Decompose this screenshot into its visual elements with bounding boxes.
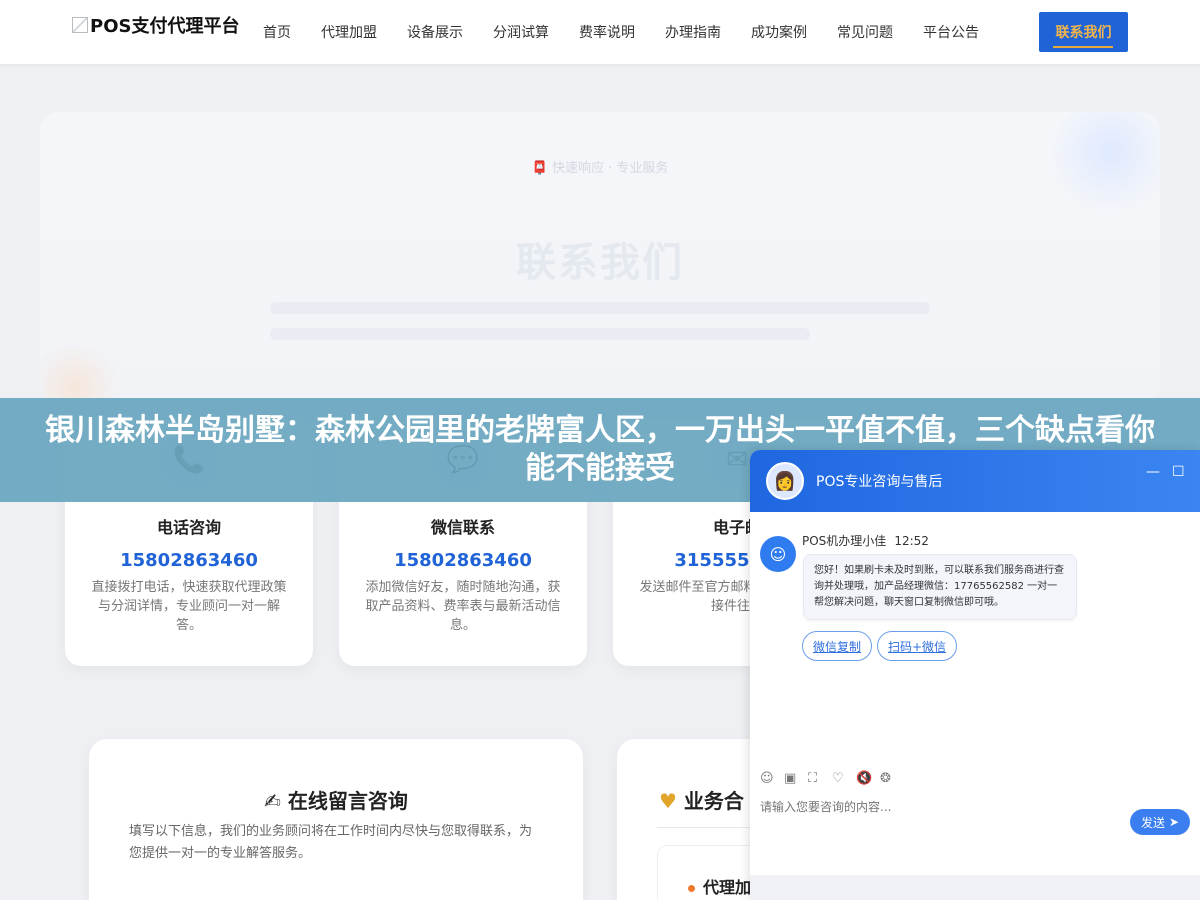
decor-glow xyxy=(40,342,120,402)
broken-image-icon xyxy=(72,17,88,33)
nav-item-profit[interactable]: 分润试算 xyxy=(478,22,564,42)
phone-number[interactable]: 15802863460 xyxy=(65,550,313,571)
top-header: POS支付代理平台 首页 代理加盟 设备展示 分润试算 费率说明 办理指南 成功… xyxy=(0,0,1200,64)
chat-title: POS专业咨询与售后 xyxy=(816,474,943,490)
bullet-dot xyxy=(688,885,695,892)
message-bubble: 您好！如果刷卡未及时到账，可以联系我们服务商进行查询并处理哦，加产品经理微信：1… xyxy=(803,554,1077,620)
hero-section: 📮 快速响应 · 专业服务 联系我们 xyxy=(40,112,1160,402)
text-line xyxy=(270,328,810,340)
site-logo[interactable]: POS支付代理平台 xyxy=(72,12,239,38)
message-form-card: ✍ 在线留言咨询 填写以下信息，我们的业务顾问将在工作时间内尽快与您取得联系，为… xyxy=(89,739,583,900)
mailbox-icon: 📮 xyxy=(531,161,548,176)
copy-wechat-button[interactable]: 微信复制 xyxy=(802,631,873,661)
writing-hand-icon: ✍ xyxy=(264,789,281,813)
card-title: 电话咨询 xyxy=(156,518,221,537)
card-description: 添加微信好友，随时随地沟通，获取产品资料、费率表与最新活动信息。 xyxy=(365,580,561,633)
screenshot-icon[interactable]: ⛶ xyxy=(808,771,832,786)
hero-tag: 📮 快速响应 · 专业服务 xyxy=(40,157,1160,176)
business-item: 代理加 xyxy=(688,874,751,898)
message-time: 12:52 xyxy=(894,534,929,548)
text-line xyxy=(270,302,930,314)
main-nav: 首页 代理加盟 设备展示 分润试算 费率说明 办理指南 成功案例 常见问题 平台… xyxy=(248,0,994,64)
contact-us-button[interactable]: 联系我们 xyxy=(1039,12,1128,52)
message-meta: POS机办理小佳 12:52 xyxy=(802,532,929,549)
nav-item-home[interactable]: 首页 xyxy=(248,22,306,42)
wechat-number[interactable]: 15802863460 xyxy=(339,550,587,571)
support-avatar-icon: 👩 xyxy=(766,462,804,500)
nav-item-devices[interactable]: 设备展示 xyxy=(392,22,478,42)
minimize-icon[interactable]: — xyxy=(1146,464,1160,480)
business-item-label: 代理加 xyxy=(703,878,752,897)
scan-wechat-button[interactable]: 扫码+微信 xyxy=(877,631,958,661)
send-button[interactable]: 发送 ➤ xyxy=(1130,809,1190,835)
maximize-icon[interactable]: ☐ xyxy=(1172,464,1185,480)
chat-header[interactable]: 👩 POS专业咨询与售后 — ☐ xyxy=(750,450,1200,512)
rate-icon[interactable]: ♡ xyxy=(832,771,856,786)
hero-description xyxy=(270,302,930,354)
nav-item-guide[interactable]: 办理指南 xyxy=(650,22,736,42)
nav-item-cases[interactable]: 成功案例 xyxy=(736,22,822,42)
message-form-title-text: 在线留言咨询 xyxy=(287,789,408,813)
send-label: 发送 xyxy=(1140,815,1165,830)
chat-widget: 👩 POS专业咨询与售后 — ☐ ☺ POS机办理小佳 12:52 您好！如果刷卡… xyxy=(750,450,1200,900)
card-title: 微信联系 xyxy=(430,518,495,537)
wechat-icon[interactable]: ❂ xyxy=(880,771,904,786)
message-form-description: 填写以下信息，我们的业务顾问将在工作时间内尽快与您取得联系，为您提供一对一的专业… xyxy=(129,824,533,861)
chat-toolbar: ☺ ▣ ⛶ ♡ 🔇 ❂ xyxy=(760,771,904,786)
nav-item-notice[interactable]: 平台公告 xyxy=(908,22,994,42)
emoji-icon[interactable]: ☺ xyxy=(760,771,784,786)
logo-text: POS支付代理平台 xyxy=(90,16,240,37)
message-form-title: ✍ 在线留言咨询 xyxy=(89,785,583,814)
business-title-text: 业务合 xyxy=(683,789,744,813)
agent-name: POS机办理小佳 xyxy=(802,534,887,548)
handshake-icon: ♥ xyxy=(659,789,677,813)
page-title: 联系我们 xyxy=(516,240,684,286)
card-description: 直接拨打电话，快速获取代理政策与分润详情，专业顾问一对一解答。 xyxy=(91,580,287,633)
sound-icon[interactable]: 🔇 xyxy=(856,771,880,786)
hero-tag-text: 快速响应 · 专业服务 xyxy=(551,161,669,176)
business-title: ♥ 业务合 xyxy=(659,785,744,814)
nav-item-faq[interactable]: 常见问题 xyxy=(822,22,908,42)
nav-item-agent[interactable]: 代理加盟 xyxy=(306,22,392,42)
chat-message-input[interactable] xyxy=(760,800,1110,814)
send-arrow-icon: ➤ xyxy=(1168,815,1180,829)
chat-footer-bar xyxy=(750,875,1200,900)
agent-avatar-icon: ☺ xyxy=(760,536,796,572)
image-icon[interactable]: ▣ xyxy=(784,771,808,786)
nav-item-rates[interactable]: 费率说明 xyxy=(564,22,650,42)
